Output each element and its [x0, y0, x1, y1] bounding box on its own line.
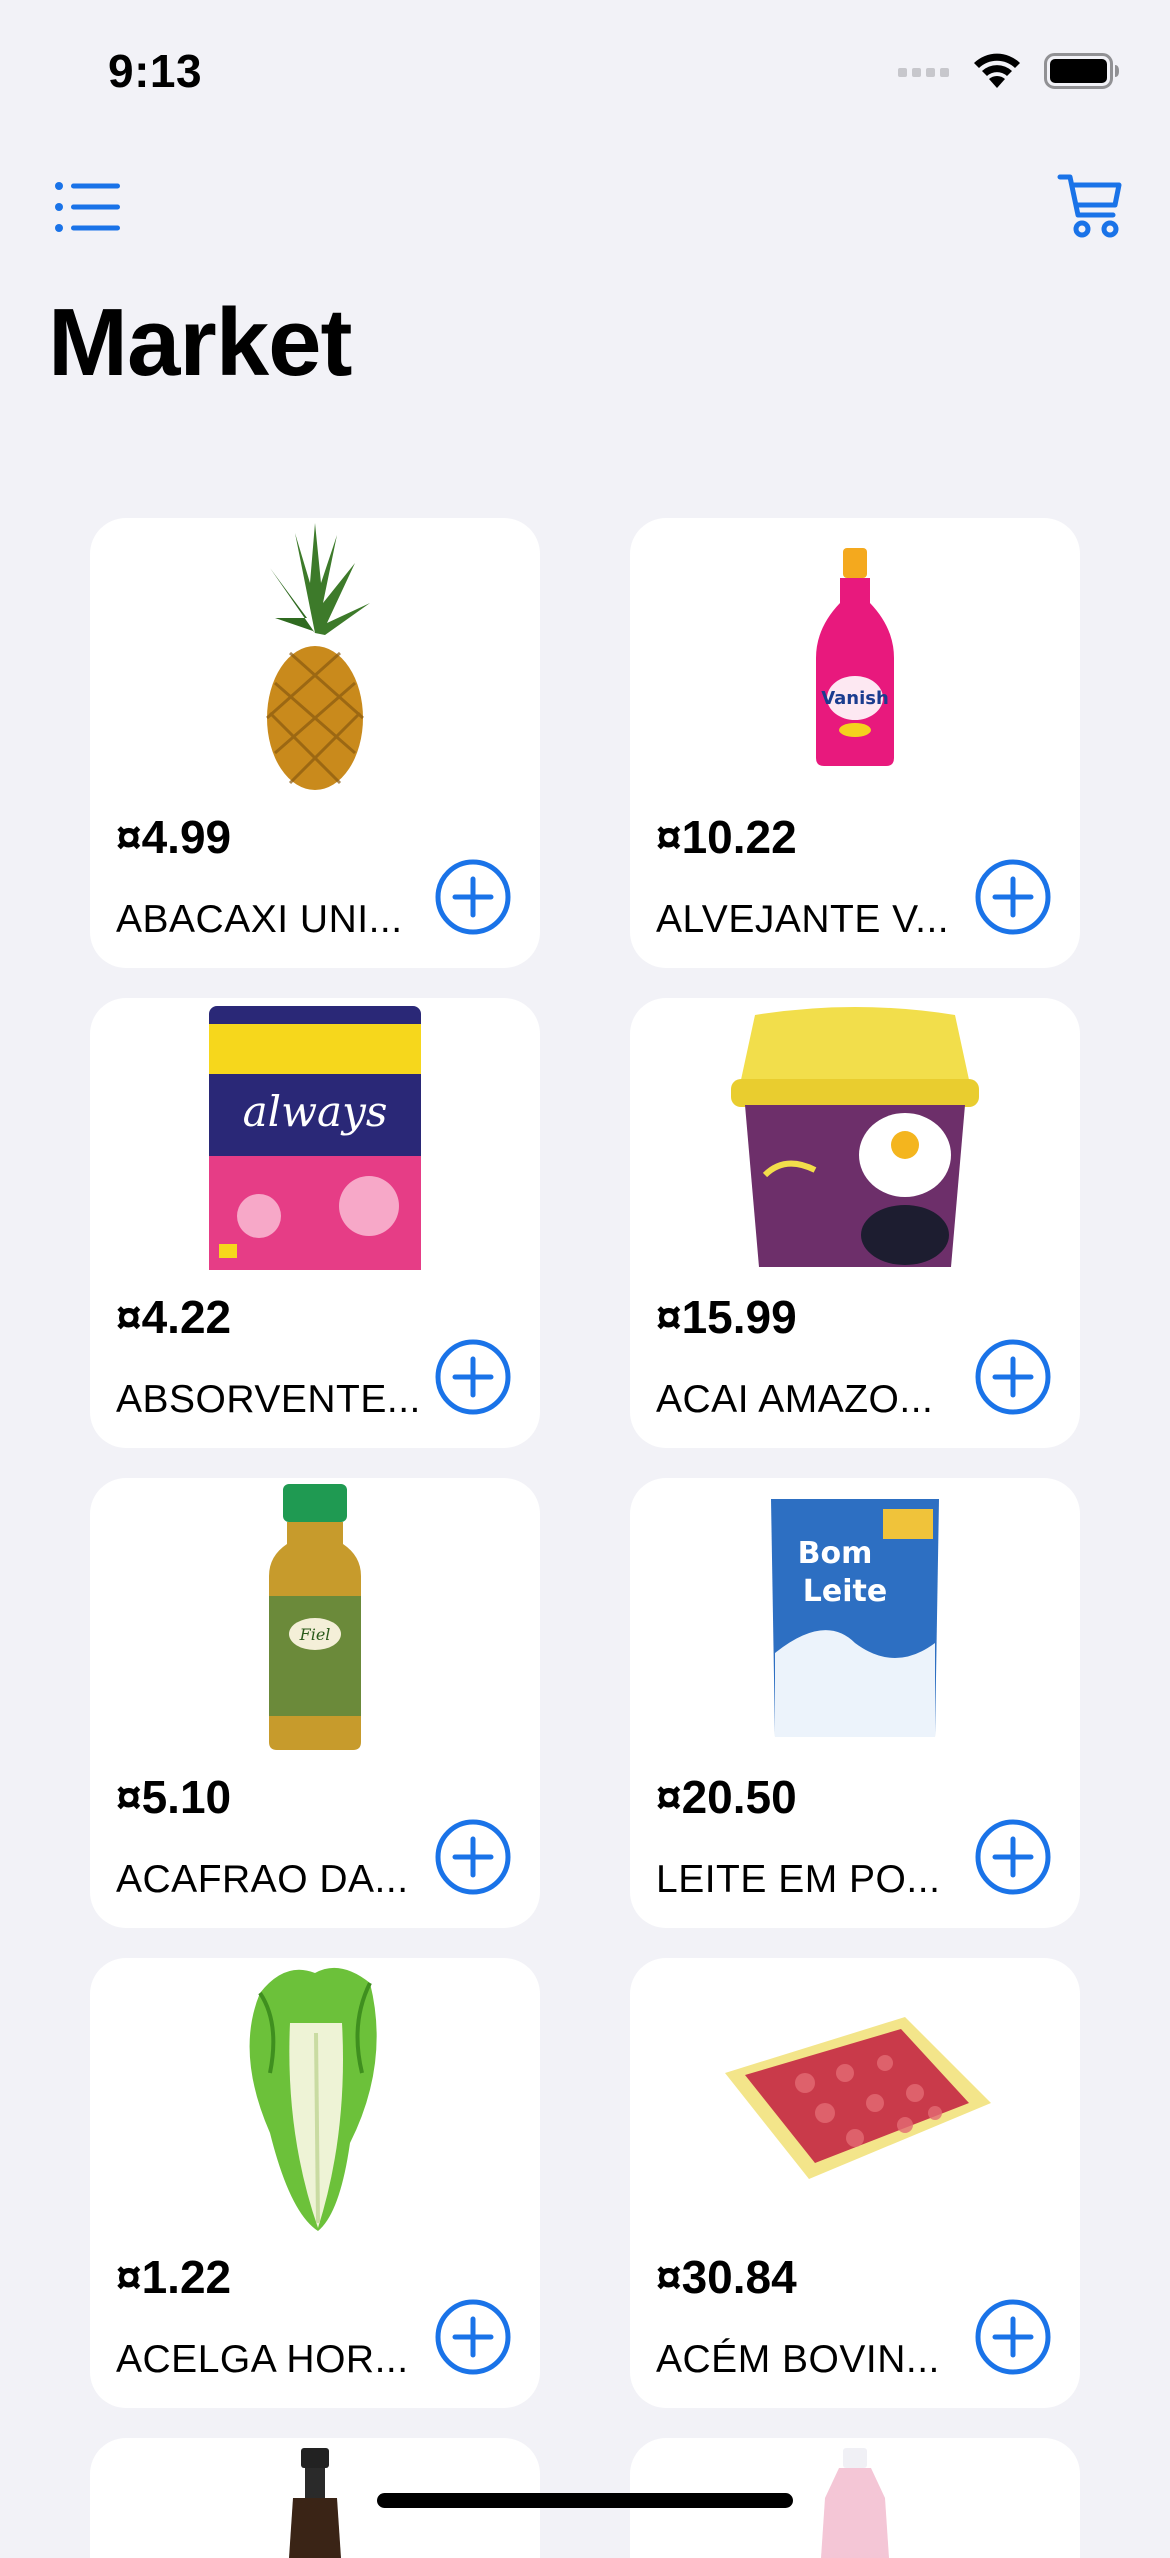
battery-icon — [1044, 53, 1119, 89]
product-image — [630, 998, 1080, 1278]
product-name: ACAFRAO DA... — [116, 1858, 409, 1901]
product-card[interactable]: Vanish ¤10.22 ALVEJANTE V... — [630, 518, 1080, 968]
svg-text:Leite: Leite — [803, 1574, 887, 1609]
product-name: ABSORVENTE... — [116, 1378, 421, 1421]
milk-powder-bag-image: Bom Leite — [771, 1499, 939, 1737]
add-to-cart-button[interactable] — [974, 1338, 1052, 1416]
turmeric-bottle-image: Fiel — [269, 1484, 361, 1750]
product-price: ¤10.22 — [656, 811, 797, 863]
page-title: Market — [48, 289, 352, 396]
product-image: always — [90, 998, 540, 1278]
cart-button[interactable] — [1050, 166, 1130, 246]
vanish-bottle-image: Vanish — [816, 548, 894, 766]
product-price: ¤15.99 — [656, 1291, 797, 1343]
product-price: ¤4.99 — [116, 811, 232, 863]
svg-text:Bom: Bom — [798, 1536, 873, 1571]
product-image: Fiel — [90, 1478, 540, 1758]
product-price: ¤4.22 — [116, 1291, 232, 1343]
product-image — [90, 518, 540, 798]
navigation-bar — [0, 160, 1170, 250]
cart-icon — [1057, 174, 1122, 238]
status-time: 9:13 — [108, 45, 203, 97]
product-price: ¤5.10 — [116, 1771, 232, 1823]
product-name: LEITE EM PO... — [656, 1858, 941, 1901]
add-to-cart-button[interactable] — [434, 1338, 512, 1416]
chard-image — [249, 1967, 377, 2231]
svg-text:Vanish: Vanish — [821, 688, 889, 709]
product-card[interactable]: ¤1.22 ACELGA HOR... — [90, 1958, 540, 2408]
product-image — [90, 1958, 540, 2238]
product-price: ¤1.22 — [116, 2251, 232, 2303]
product-card[interactable]: Bom Leite ¤20.50 LEITE EM PO... — [630, 1478, 1080, 1928]
add-to-cart-button[interactable] — [434, 2298, 512, 2376]
product-price: ¤30.84 — [656, 2251, 797, 2303]
product-name: ACAI AMAZO... — [656, 1378, 934, 1421]
product-card[interactable]: always ¤4.22 ABSORVENTE... — [90, 998, 540, 1448]
add-to-cart-button[interactable] — [434, 1818, 512, 1896]
status-icons — [898, 52, 1120, 90]
add-to-cart-button[interactable] — [434, 858, 512, 936]
menu-button[interactable] — [48, 172, 128, 242]
wifi-icon — [974, 53, 1020, 88]
svg-text:Fiel: Fiel — [299, 1625, 331, 1644]
ground-beef-tray-image — [725, 2017, 991, 2179]
product-name: ACÉM BOVIN... — [656, 2338, 940, 2381]
product-image — [630, 1958, 1080, 2238]
status-bar: 9:13 — [0, 0, 1170, 140]
product-grid: ¤4.99 ABACAXI UNI... Vanish ¤10.22 ALVEJ… — [90, 518, 1080, 2558]
product-card[interactable]: ¤15.99 ACAI AMAZO... — [630, 998, 1080, 1448]
add-to-cart-button[interactable] — [974, 2298, 1052, 2376]
product-name: ABACAXI UNI... — [116, 898, 403, 941]
product-price: ¤20.50 — [656, 1771, 797, 1823]
pineapple-image — [266, 523, 370, 790]
add-to-cart-button[interactable] — [974, 1818, 1052, 1896]
add-to-cart-button[interactable] — [974, 858, 1052, 936]
product-card[interactable]: ¤4.99 ABACAXI UNI... — [90, 518, 540, 968]
svg-text:always: always — [243, 1087, 388, 1136]
acai-tub-image — [731, 1007, 979, 1267]
product-card[interactable]: ¤30.84 ACÉM BOVIN... — [630, 1958, 1080, 2408]
bottle-image — [289, 2448, 341, 2558]
product-image: Vanish — [630, 518, 1080, 798]
product-name: ACELGA HOR... — [116, 2338, 409, 2381]
cellular-signal-icon — [898, 68, 949, 77]
always-pack-image: always — [209, 1006, 421, 1270]
product-image: Bom Leite — [630, 1478, 1080, 1758]
product-card[interactable]: Fiel ¤5.10 ACAFRAO DA... — [90, 1478, 540, 1928]
list-icon — [55, 182, 120, 232]
softener-bottle-image — [821, 2448, 889, 2558]
home-indicator[interactable] — [377, 2493, 793, 2508]
product-name: ALVEJANTE V... — [656, 898, 950, 941]
